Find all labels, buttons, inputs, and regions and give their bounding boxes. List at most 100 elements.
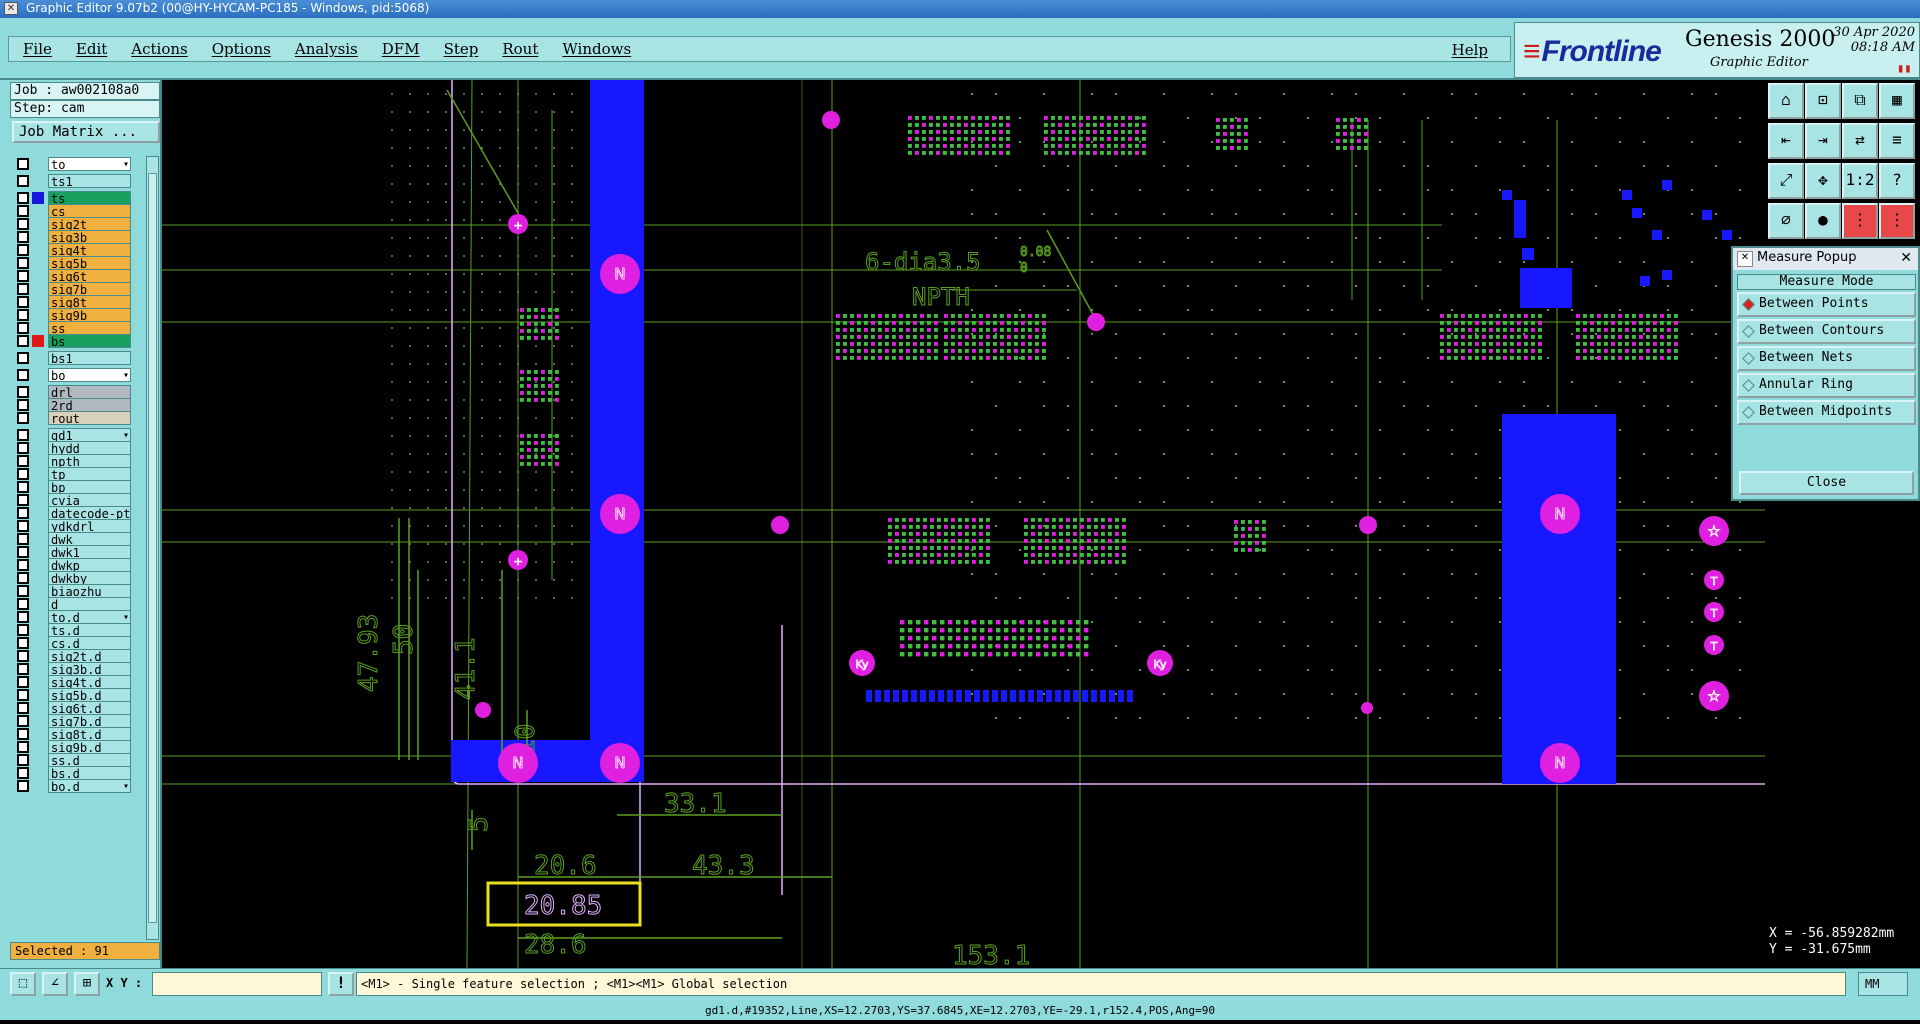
option-between-nets[interactable]: Between Nets bbox=[1737, 346, 1916, 371]
1to2-icon[interactable]: 1:2 bbox=[1842, 163, 1878, 199]
layer-checkbox[interactable] bbox=[17, 753, 29, 766]
net-icon[interactable]: ⋮ bbox=[1842, 203, 1878, 239]
left-icon[interactable]: ⇤ bbox=[1768, 123, 1804, 159]
grid-icon[interactable]: ▦ bbox=[1879, 83, 1915, 119]
layer-checkbox[interactable] bbox=[17, 727, 29, 740]
layer-name[interactable]: to bbox=[48, 156, 131, 171]
grid-tool-icon[interactable]: ⊞ bbox=[74, 972, 100, 996]
layer-checkbox[interactable] bbox=[17, 571, 29, 584]
layer-checkbox[interactable] bbox=[17, 688, 29, 701]
warning-icon[interactable]: ! bbox=[328, 972, 354, 996]
menu-step[interactable]: Step bbox=[444, 40, 479, 58]
close-icon[interactable]: ✕ bbox=[1900, 248, 1912, 268]
layer-row-bs1[interactable]: bs1 bbox=[12, 350, 142, 365]
layer-checkbox[interactable] bbox=[17, 766, 29, 779]
measure-tool-icon[interactable]: ∠ bbox=[42, 972, 68, 996]
layer-row-bo.d[interactable]: bo.d bbox=[12, 778, 142, 793]
menu-file[interactable]: File bbox=[23, 40, 52, 58]
layer-checkbox[interactable] bbox=[17, 308, 29, 321]
menu-edit[interactable]: Edit bbox=[76, 40, 107, 58]
zoom-icon[interactable]: ⊡ bbox=[1805, 83, 1841, 119]
layer-checkbox[interactable] bbox=[17, 174, 29, 187]
layer-checkbox[interactable] bbox=[17, 204, 29, 217]
layer-row-ts1[interactable]: ts1 bbox=[12, 173, 142, 188]
probe-icon[interactable]: ● bbox=[1805, 203, 1841, 239]
pan-icon[interactable]: ✥ bbox=[1805, 163, 1841, 199]
layer-checkbox[interactable] bbox=[17, 351, 29, 364]
layer-row-bs[interactable]: bs bbox=[12, 333, 142, 348]
layer-checkbox[interactable] bbox=[17, 623, 29, 636]
swap-icon[interactable]: ⇄ bbox=[1842, 123, 1878, 159]
layer-checkbox[interactable] bbox=[17, 217, 29, 230]
layer-checkbox[interactable] bbox=[17, 649, 29, 662]
layer-checkbox[interactable] bbox=[17, 454, 29, 467]
layer-name[interactable]: ts1 bbox=[48, 173, 131, 188]
layer-checkbox[interactable] bbox=[17, 675, 29, 688]
right-icon[interactable]: ⇥ bbox=[1805, 123, 1841, 159]
layer-checkbox[interactable] bbox=[17, 230, 29, 243]
layer-checkbox[interactable] bbox=[17, 368, 29, 381]
option-between-points[interactable]: Between Points bbox=[1737, 292, 1916, 317]
fit-icon[interactable]: ⤢ bbox=[1768, 163, 1804, 199]
menu-help[interactable]: Help bbox=[1452, 41, 1488, 59]
job-matrix-button[interactable]: Job Matrix ... bbox=[12, 121, 160, 143]
graphics-canvas[interactable]: 47.93 50 41.1 10 5 33.1 20.6 43.3 20.85 … bbox=[162, 80, 1765, 968]
layer-scrollbar[interactable] bbox=[146, 156, 159, 940]
option-annular-ring[interactable]: Annular Ring bbox=[1737, 373, 1916, 398]
board-drawing[interactable]: 47.93 50 41.1 10 5 33.1 20.6 43.3 20.85 … bbox=[162, 80, 1765, 968]
layer-row-rout[interactable]: rout bbox=[12, 410, 142, 425]
layer-checkbox[interactable] bbox=[17, 295, 29, 308]
layer-checkbox[interactable] bbox=[17, 493, 29, 506]
layer-name[interactable]: bs bbox=[48, 333, 131, 348]
menu-rout[interactable]: Rout bbox=[502, 40, 538, 58]
layer-checkbox[interactable] bbox=[17, 334, 29, 347]
layer-checkbox[interactable] bbox=[17, 584, 29, 597]
layer-name[interactable]: bo bbox=[48, 367, 131, 382]
layer-checkbox[interactable] bbox=[17, 597, 29, 610]
question-icon[interactable]: ? bbox=[1879, 163, 1915, 199]
lines-icon[interactable]: ≡ bbox=[1879, 123, 1915, 159]
home-icon[interactable]: ⌂ bbox=[1768, 83, 1804, 119]
measure-icon[interactable]: ⌀ bbox=[1768, 203, 1804, 239]
layer-checkbox[interactable] bbox=[17, 519, 29, 532]
layer-checkbox[interactable] bbox=[17, 701, 29, 714]
layer-checkbox[interactable] bbox=[17, 532, 29, 545]
xy-input[interactable] bbox=[152, 972, 322, 996]
layer-checkbox[interactable] bbox=[17, 243, 29, 256]
menu-dfm[interactable]: DFM bbox=[382, 40, 420, 58]
layer-checkbox[interactable] bbox=[17, 779, 29, 792]
layer-row-bo[interactable]: bo bbox=[12, 367, 142, 382]
layer-checkbox[interactable] bbox=[17, 545, 29, 558]
layer-checkbox[interactable] bbox=[17, 256, 29, 269]
layer-name[interactable]: bs1 bbox=[48, 350, 131, 365]
layer-checkbox[interactable] bbox=[17, 321, 29, 334]
layer-checkbox[interactable] bbox=[17, 740, 29, 753]
menu-options[interactable]: Options bbox=[212, 40, 271, 58]
net2-icon[interactable]: ⋮ bbox=[1879, 203, 1915, 239]
menu-windows[interactable]: Windows bbox=[562, 40, 631, 58]
layer-checkbox[interactable] bbox=[17, 398, 29, 411]
layer-checkbox[interactable] bbox=[17, 411, 29, 424]
layer-name[interactable]: rout bbox=[48, 410, 131, 425]
option-between-midpoints[interactable]: Between Midpoints bbox=[1737, 400, 1916, 425]
layer-checkbox[interactable] bbox=[17, 662, 29, 675]
layer-checkbox[interactable] bbox=[17, 441, 29, 454]
scroll-thumb[interactable] bbox=[148, 173, 157, 923]
layer-name[interactable]: bo.d bbox=[48, 778, 131, 793]
menu-analysis[interactable]: Analysis bbox=[295, 40, 358, 58]
menu-actions[interactable]: Actions bbox=[131, 40, 187, 58]
layer-checkbox[interactable] bbox=[17, 269, 29, 282]
layer-checkbox[interactable] bbox=[17, 191, 29, 204]
layer-checkbox[interactable] bbox=[17, 467, 29, 480]
layer-checkbox[interactable] bbox=[17, 385, 29, 398]
layer-checkbox[interactable] bbox=[17, 282, 29, 295]
layer-checkbox[interactable] bbox=[17, 157, 29, 170]
layer-checkbox[interactable] bbox=[17, 480, 29, 493]
layer-checkbox[interactable] bbox=[17, 428, 29, 441]
select-tool-icon[interactable]: ⬚ bbox=[10, 972, 36, 996]
layer-checkbox[interactable] bbox=[17, 506, 29, 519]
layer-row-to[interactable]: to bbox=[12, 156, 142, 171]
option-between-contours[interactable]: Between Contours bbox=[1737, 319, 1916, 344]
layer-checkbox[interactable] bbox=[17, 636, 29, 649]
measure-close-button[interactable]: Close bbox=[1739, 471, 1914, 495]
